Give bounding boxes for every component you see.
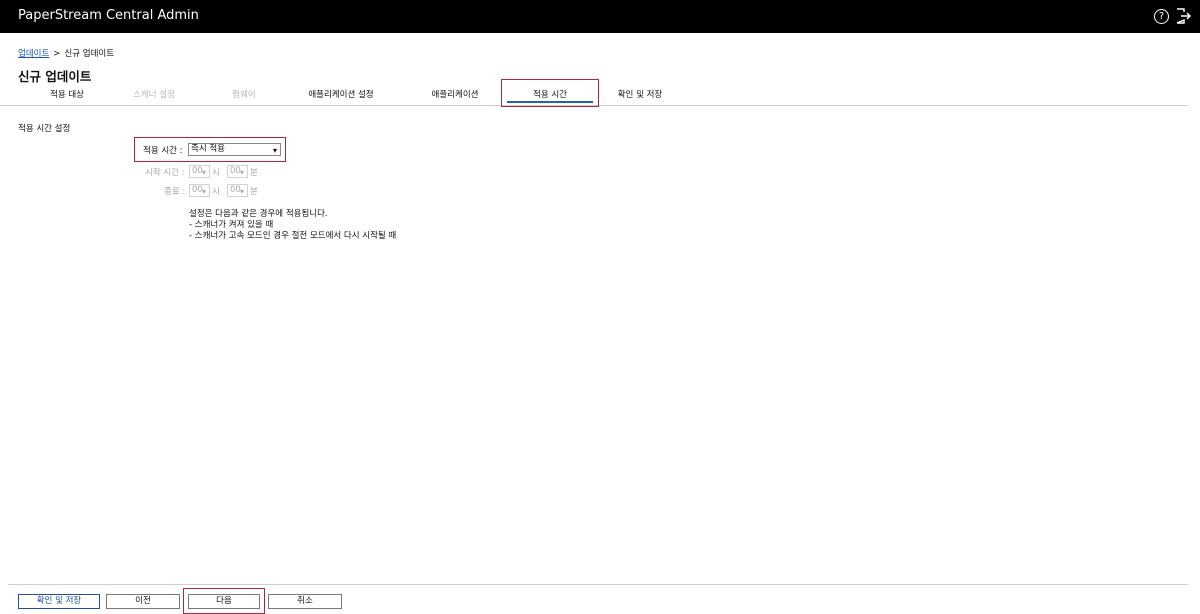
tab-highlight-box bbox=[501, 79, 599, 107]
tab-scanner-settings: 스캐너 설정 bbox=[133, 90, 175, 100]
end-time-label: 종료 : bbox=[164, 187, 186, 197]
note-line: 설정은 다음과 같은 경우에 적용됩니다. bbox=[189, 209, 328, 219]
apply-time-value: 즉시 적용 bbox=[191, 144, 225, 154]
cancel-button[interactable]: 취소 bbox=[268, 594, 342, 609]
footer-divider bbox=[8, 584, 1188, 585]
start-minute-select: 00 ▾ bbox=[227, 165, 248, 178]
tab-confirm-save[interactable]: 확인 및 저장 bbox=[618, 88, 663, 100]
end-hour-select: 00 ▾ bbox=[189, 184, 210, 197]
breadcrumb-separator: > bbox=[53, 49, 61, 59]
start-hour-select: 00 ▾ bbox=[189, 165, 210, 178]
page-title: 신규 업데이트 bbox=[18, 69, 92, 84]
tab-application-settings[interactable]: 애플리케이션 설정 bbox=[308, 88, 373, 100]
breadcrumb-link-updates[interactable]: 업데이트 bbox=[18, 49, 49, 59]
end-minute-select: 00 ▾ bbox=[227, 184, 248, 197]
logout-icon[interactable] bbox=[1174, 7, 1192, 25]
note-line: - 스캐너가 켜져 있을 때 bbox=[189, 220, 274, 230]
chevron-down-icon: ▾ bbox=[272, 146, 277, 155]
apply-time-label: 적용 시간 : bbox=[143, 146, 183, 156]
apply-time-select[interactable]: 즉시 적용 ▾ bbox=[188, 143, 281, 156]
chevron-down-icon: ▾ bbox=[201, 187, 206, 196]
tab-application[interactable]: 애플리케이션 bbox=[432, 88, 479, 100]
breadcrumb-current: 신규 업데이트 bbox=[64, 49, 115, 59]
app-title: PaperStream Central Admin bbox=[18, 8, 199, 23]
help-icon[interactable]: ? bbox=[1154, 9, 1169, 24]
title-bar: PaperStream Central Admin ? bbox=[0, 0, 1200, 33]
apply-conditions-note: 설정은 다음과 같은 경우에 적용됩니다. - 스캐너가 켜져 있을 때 - 스… bbox=[189, 209, 396, 242]
end-hour-unit: 시 bbox=[212, 187, 220, 197]
start-hour-unit: 시 bbox=[212, 168, 220, 178]
chevron-down-icon: ▾ bbox=[239, 187, 244, 196]
note-line: - 스캐너가 고속 모드인 경우 절전 모드에서 다시 시작될 때 bbox=[189, 231, 397, 241]
section-label: 적용 시간 설정 bbox=[18, 124, 71, 134]
chevron-down-icon: ▾ bbox=[239, 168, 244, 177]
confirm-save-button[interactable]: 확인 및 저장 bbox=[18, 594, 100, 609]
end-minute-unit: 분 bbox=[250, 187, 258, 197]
start-time-label: 시작 시간 : bbox=[145, 168, 185, 178]
previous-button[interactable]: 이전 bbox=[106, 594, 180, 609]
next-button-highlight-box bbox=[183, 588, 265, 614]
breadcrumb: 업데이트 > 신규 업데이트 bbox=[18, 47, 114, 59]
chevron-down-icon: ▾ bbox=[201, 168, 206, 177]
tab-apply-target[interactable]: 적용 대상 bbox=[50, 88, 84, 100]
start-minute-unit: 분 bbox=[250, 168, 258, 178]
tab-firmware: 펌웨어 bbox=[232, 90, 256, 100]
